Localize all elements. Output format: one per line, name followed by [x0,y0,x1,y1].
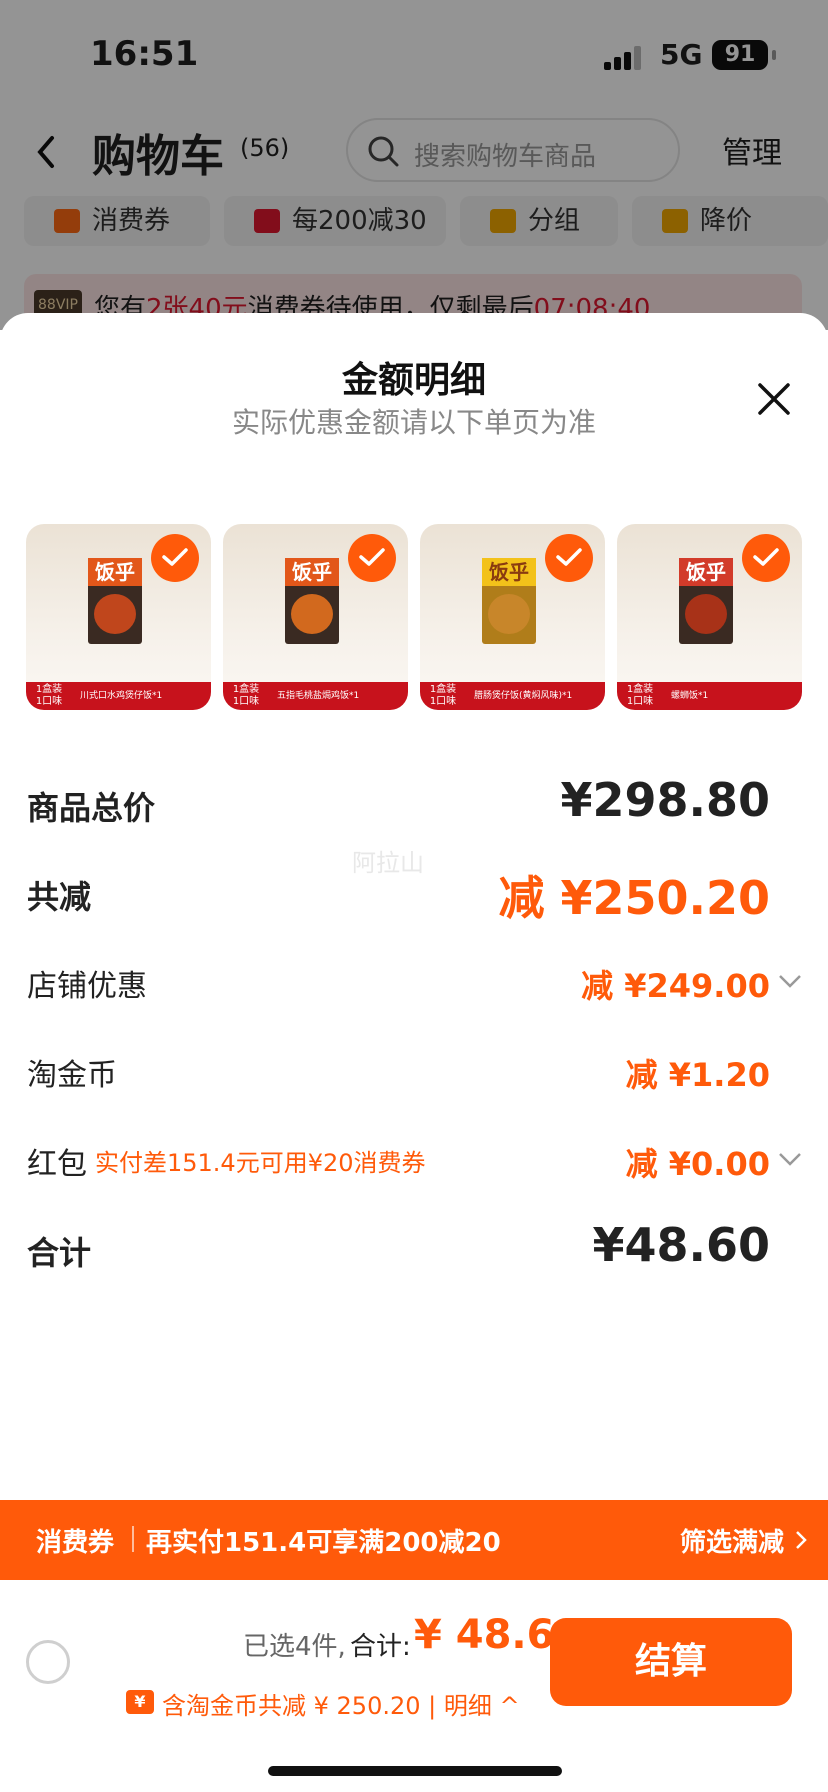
watermark: 阿拉山 [352,849,424,877]
sheet-subtitle: 实际优惠金额请以下单页为准 [231,406,596,439]
product-tag: 1盒装 1口味 [232,684,260,707]
home-indicator [268,1766,562,1776]
row-red-packet[interactable]: 红包 实付差151.4元可用¥20消费券 减 ¥0.00 [0,1129,828,1199]
coupon-bar-text: 再实付151.4可享满200减20 [146,1528,501,1558]
product-image: 饭乎 [482,558,536,644]
product-image: 饭乎 [88,558,142,644]
row-label: 共减 [27,878,92,916]
row-label: 合计 [27,1234,92,1272]
amount-detail-sheet: 金额明细 实际优惠金额请以下单页为准 饭乎 1盒装 1口味 川式口水鸡煲仔饭*1 … [0,313,828,1792]
total-label: 合计: [350,1632,411,1662]
red-packet-note: 实付差151.4元可用¥20消费券 [95,1149,426,1177]
row-amount: 减 ¥249.00 [581,967,770,1005]
row-label: 红包 [27,1147,87,1182]
row-sum: 合计 ¥48.60 [0,1218,828,1288]
checkout-button[interactable]: 结算 [550,1618,792,1706]
chevron-right-icon [796,1531,807,1549]
sheet-title: 金额明细 [341,360,486,401]
product-image: 饭乎 [285,558,339,644]
row-amount: 减 ¥1.20 [625,1056,770,1094]
coupon-bar-label: 消费券 [36,1528,115,1558]
coupon-icon: ¥ [126,1690,154,1714]
row-label: 店铺优惠 [27,969,147,1004]
product-info-bar: 1盒装 1口味 腊肠煲仔饭(黄焖风味)*1 [420,682,605,710]
product-card[interactable]: 饭乎 1盒装 1口味 腊肠煲仔饭(黄焖风味)*1 [420,524,605,710]
row-label: 商品总价 [27,789,156,827]
chevron-down-icon[interactable] [778,973,802,989]
check-icon[interactable] [742,534,790,582]
chevron-down-icon[interactable] [778,1151,802,1167]
row-gold-coin: 淘金币 减 ¥1.20 [0,1040,828,1110]
row-shop-discount[interactable]: 店铺优惠 减 ¥249.00 [0,951,828,1021]
divider [132,1526,134,1552]
row-amount: 减 ¥0.00 [625,1145,770,1183]
product-info-bar: 1盒装 1口味 川式口水鸡煲仔饭*1 [26,682,211,710]
savings-detail-link[interactable]: 含淘金币共减 ¥ 250.20 | 明细 ^ [162,1686,520,1721]
check-icon[interactable] [151,534,199,582]
product-name: 螺蛳饭*1 [671,691,709,701]
checkout-bar: 已选4件, 合计: ¥ 48.60 ¥ 含淘金币共减 ¥ 250.20 | 明细… [0,1580,828,1792]
row-total-price: 商品总价 ¥298.80 [0,773,828,843]
product-info-bar: 1盒装 1口味 五指毛桃盐焗鸡饭*1 [223,682,408,710]
product-card[interactable]: 饭乎 1盒装 1口味 螺蛳饭*1 [617,524,802,710]
product-tag: 1盒装 1口味 [626,684,654,707]
check-icon[interactable] [348,534,396,582]
close-icon[interactable] [756,381,792,417]
row-amount: ¥48.60 [592,1218,770,1272]
product-image: 饭乎 [679,558,733,644]
coupon-promo-bar[interactable]: 消费券 再实付151.4可享满200减20 筛选满减 [0,1500,828,1580]
product-list: 饭乎 1盒装 1口味 川式口水鸡煲仔饭*1 饭乎 1盒装 1口味 五指毛桃盐焗鸡饭*… [26,524,802,710]
filter-discount-link[interactable]: 筛选满减 [680,1522,784,1559]
product-name: 腊肠煲仔饭(黄焖风味)*1 [474,691,573,701]
product-info-bar: 1盒装 1口味 螺蛳饭*1 [617,682,802,710]
product-card[interactable]: 饭乎 1盒装 1口味 川式口水鸡煲仔饭*1 [26,524,211,710]
selected-count: 已选4件, [243,1632,346,1662]
product-name: 川式口水鸡煲仔饭*1 [80,691,163,701]
check-icon[interactable] [545,534,593,582]
product-tag: 1盒装 1口味 [35,684,63,707]
product-tag: 1盒装 1口味 [429,684,457,707]
product-name: 五指毛桃盐焗鸡饭*1 [277,691,360,701]
row-label: 淘金币 [27,1058,117,1093]
row-amount: 减 ¥250.20 [498,871,770,925]
select-all-checkbox[interactable] [26,1640,70,1684]
product-card[interactable]: 饭乎 1盒装 1口味 五指毛桃盐焗鸡饭*1 [223,524,408,710]
row-amount: ¥298.80 [560,773,770,827]
modal-overlay[interactable] [0,0,828,330]
